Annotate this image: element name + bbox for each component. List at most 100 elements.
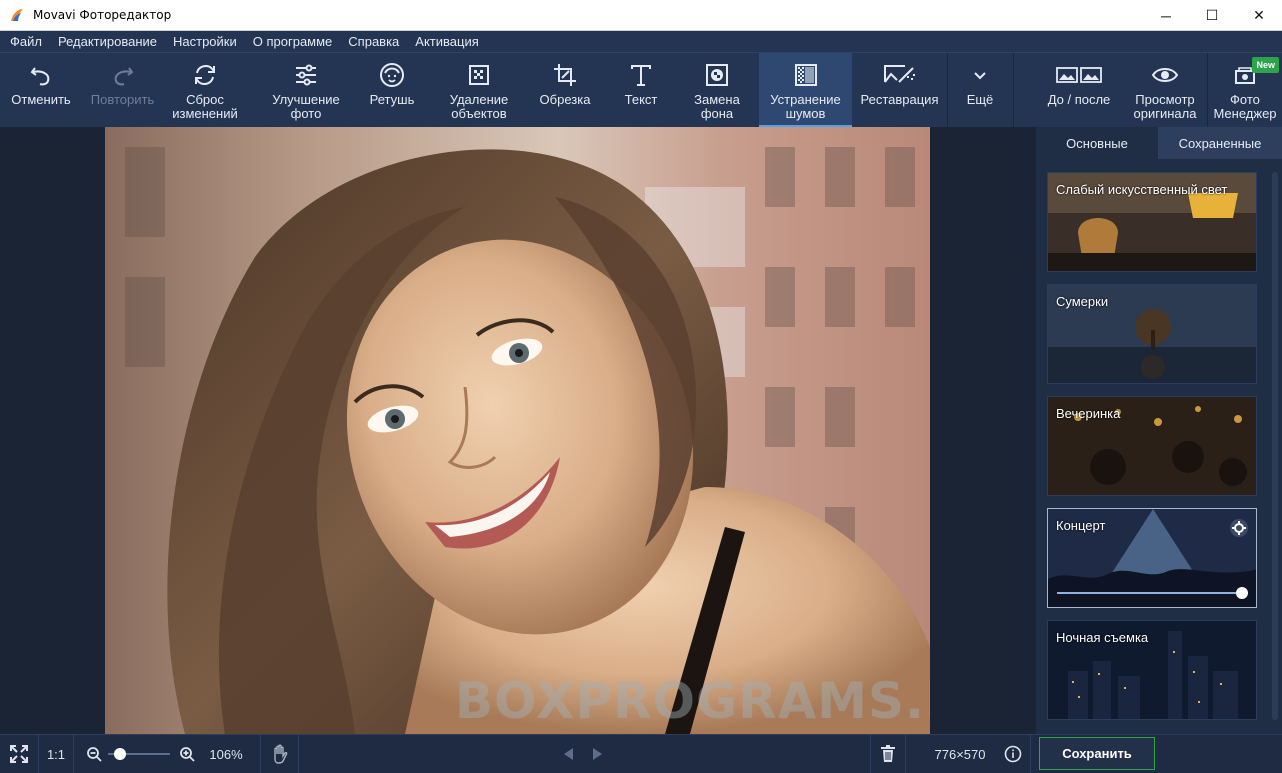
more-tools-button[interactable]: Ещё [948,53,1012,127]
preset-scrollbar[interactable] [1272,172,1278,720]
hand-tool-button[interactable] [262,735,298,773]
preset-label: Вечеринка [1056,406,1121,421]
restoration-button[interactable]: Реставрация [853,53,946,127]
status-divider [905,735,906,773]
fullscreen-button[interactable] [0,735,38,773]
info-icon [1004,745,1022,763]
view-original-label: Просмотр оригинала [1133,92,1197,121]
redo-label: Повторить [90,92,155,107]
status-bar: 1:1 106% 776×570 Сохранить [0,734,1282,773]
redo-button[interactable]: Повторить [85,53,160,127]
preset-label: Ночная съемка [1056,630,1149,645]
zoom-out-icon [87,747,102,762]
preset-twilight[interactable]: Сумерки [1047,284,1257,384]
menu-edit[interactable]: Редактирование [50,31,165,52]
replace-background-icon [706,64,728,86]
eraser-icon [469,65,489,85]
close-button[interactable]: ✕ [1236,0,1282,31]
replace-background-label: Замена фона [694,92,740,121]
hand-icon [274,744,288,764]
undo-button[interactable]: Отменить [5,53,77,127]
status-divider [1030,735,1031,773]
tab-saved[interactable]: Сохраненные [1158,127,1282,159]
retouch-button[interactable]: Ретушь [360,53,424,127]
menu-help[interactable]: Справка [340,31,407,52]
title-bar: Movavi Фоторедактор ─ ☐ ✕ [0,0,1282,31]
face-retouch-icon [380,63,404,87]
zoom-out-button[interactable] [84,735,104,773]
photo-manager-label: Фото Менеджер [1213,92,1277,121]
crop-button[interactable]: Обрезка [530,53,600,127]
preset-party[interactable]: Вечеринка [1047,396,1257,496]
preset-concert[interactable]: Концерт [1047,508,1257,608]
zoom-in-button[interactable] [177,735,197,773]
trash-icon [881,745,895,762]
maximize-button[interactable]: ☐ [1189,0,1235,31]
remove-objects-button[interactable]: Удаление объектов [440,53,518,127]
retouch-label: Ретушь [369,92,415,107]
crop-label: Обрезка [539,92,591,107]
remove-objects-label: Удаление объектов [449,92,509,121]
save-button[interactable]: Сохранить [1039,737,1155,770]
text-icon [631,65,651,86]
reset-label: Сброс изменений [172,92,238,121]
actual-size-button[interactable]: 1:1 [39,735,73,773]
effects-panel: Основные Сохраненные Слабый искусственны… [1036,127,1282,734]
new-badge: New [1252,57,1279,73]
crop-icon [554,64,576,86]
text-button[interactable]: Текст [610,53,672,127]
preset-label: Сумерки [1056,294,1109,309]
enhance-label: Улучшение фото [272,92,340,121]
enhance-photo-button[interactable]: Улучшение фото [264,53,348,127]
reset-icon [195,64,215,86]
menu-activation[interactable]: Активация [407,31,486,52]
edited-photo[interactable]: BOXPROGRAMS.RU [105,127,930,734]
before-after-icon [1056,67,1102,83]
close-icon: ✕ [1253,7,1265,23]
preset-weak-artificial-light[interactable]: Слабый искусственный свет [1047,172,1257,272]
previous-image-button[interactable] [558,735,578,773]
denoise-button[interactable]: Устранение шумов [759,53,852,127]
status-divider [298,735,299,773]
before-after-button[interactable]: До / после [1037,53,1121,127]
window-title: Movavi Фоторедактор [33,8,172,22]
restoration-icon [883,65,915,83]
photo-canvas[interactable]: BOXPROGRAMS.RU [0,127,1036,734]
undo-label: Отменить [11,92,71,107]
before-after-label: До / после [1047,92,1111,107]
zoom-slider-thumb[interactable] [114,748,126,760]
main-toolbar: Отменить Повторить Сброс изменений Улучш… [0,52,1282,127]
replace-background-button[interactable]: Замена фона [682,53,752,127]
restoration-label: Реставрация [860,92,939,107]
info-button[interactable] [1002,735,1024,773]
status-divider [73,735,74,773]
menu-file[interactable]: Файл [2,31,50,52]
intensity-slider-thumb[interactable] [1236,587,1248,599]
view-original-button[interactable]: Просмотр оригинала [1126,53,1204,127]
preset-label: Слабый искусственный свет [1056,182,1228,197]
menu-bar: Файл Редактирование Настройки О программ… [0,31,1282,52]
delete-button[interactable] [871,735,905,773]
tab-basic[interactable]: Основные [1036,127,1158,159]
menu-about[interactable]: О программе [245,31,341,52]
noise-icon [794,64,817,86]
denoise-label: Устранение шумов [770,92,841,121]
more-label: Ещё [966,92,994,107]
status-divider [260,735,261,773]
preset-night-shot[interactable]: Ночная съемка [1047,620,1257,720]
arrow-left-icon [564,748,573,760]
menu-settings[interactable]: Настройки [165,31,245,52]
preset-label: Концерт [1056,518,1106,533]
undo-icon [30,67,50,86]
next-image-button[interactable] [588,735,608,773]
chevron-down-icon [974,72,986,80]
arrow-right-icon [593,748,602,760]
minimize-button[interactable]: ─ [1143,0,1189,31]
photo-manager-button[interactable]: Фото Менеджер New [1208,53,1282,127]
portrait-photo-image [105,127,930,734]
gear-icon[interactable] [1229,518,1249,538]
zoom-level: 106% [209,746,243,762]
expand-icon [10,745,28,763]
intensity-slider-track[interactable] [1057,592,1245,594]
reset-changes-button[interactable]: Сброс изменений [164,53,246,127]
